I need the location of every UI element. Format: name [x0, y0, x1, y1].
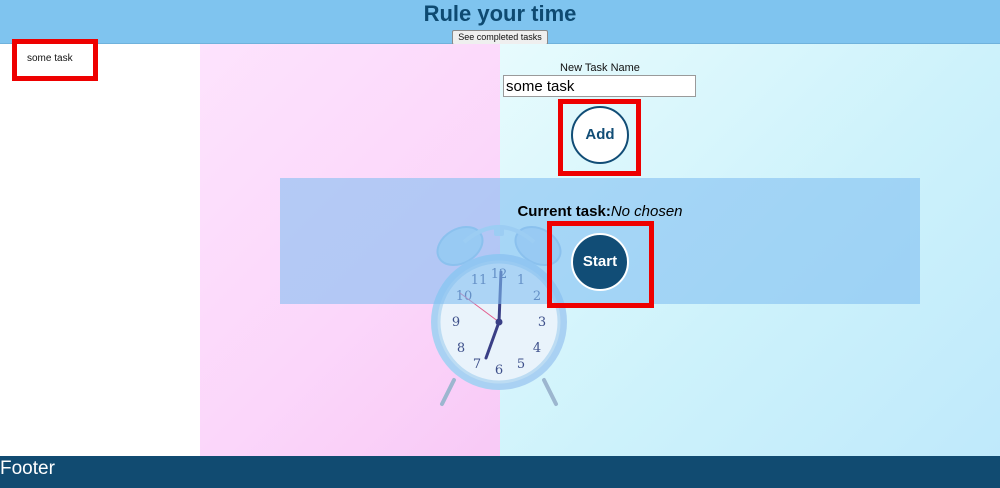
start-task-button[interactable]: Start	[571, 233, 629, 291]
new-task-name-label: New Task Name	[560, 62, 640, 74]
add-task-button[interactable]: Add	[571, 106, 629, 164]
svg-text:9: 9	[452, 315, 460, 330]
svg-text:4: 4	[533, 341, 541, 356]
footer-text: Footer	[0, 458, 55, 479]
main-content: 12 1 2 3 4 5 6 7 8 9 10 11 New Task Name…	[200, 44, 1000, 456]
svg-text:6: 6	[495, 363, 503, 378]
task-list-item[interactable]: some task	[12, 39, 98, 81]
app-page: Rule your time See completed tasks some …	[0, 0, 1000, 488]
current-task-value: No chosen	[610, 203, 683, 220]
app-footer: Footer	[0, 456, 1000, 488]
new-task-name-input[interactable]	[503, 75, 696, 97]
app-title: Rule your time	[423, 1, 577, 26]
svg-text:8: 8	[457, 341, 465, 356]
svg-text:3: 3	[538, 315, 546, 330]
task-list-sidebar: some task	[0, 39, 200, 456]
see-completed-tasks-button[interactable]: See completed tasks	[452, 30, 548, 45]
current-task-line: Current task:No chosen	[280, 203, 920, 220]
current-task-label: Current task:	[517, 203, 611, 220]
app-header: Rule your time See completed tasks	[0, 0, 1000, 45]
svg-text:5: 5	[517, 357, 525, 372]
svg-text:7: 7	[473, 357, 481, 372]
